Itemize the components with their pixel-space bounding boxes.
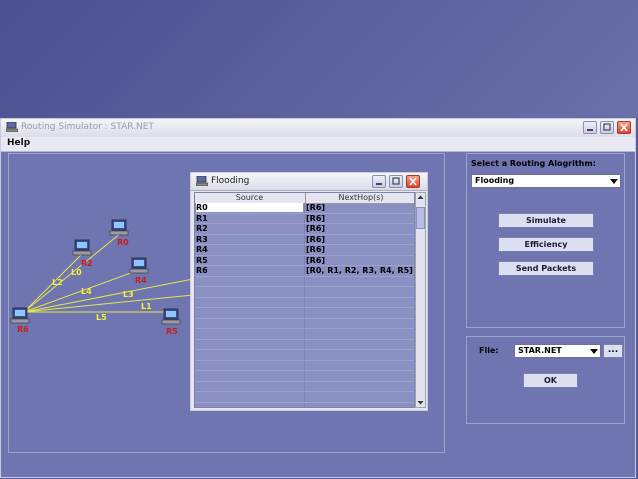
close-icon (409, 177, 417, 186)
cell-source[interactable]: R4 (196, 245, 303, 254)
menu-bar: Help (1, 137, 635, 152)
cell-nexthop[interactable]: [R6] (306, 245, 325, 254)
empty-row (195, 382, 414, 392)
minimize-button[interactable] (583, 121, 597, 134)
column-header-nexthop[interactable]: NextHop(s) (305, 193, 414, 203)
algorithm-dropdown[interactable]: Flooding (471, 174, 621, 188)
close-button[interactable] (617, 121, 631, 134)
empty-row (195, 277, 414, 287)
maximize-button[interactable] (600, 121, 614, 134)
empty-row (195, 319, 414, 329)
node-label-r0: R0 (117, 238, 129, 247)
empty-row (195, 350, 414, 361)
algorithm-label: Select a Routing Alogrithm: (471, 159, 596, 168)
window-titlebar[interactable]: Routing Simulator : STAR.NET (1, 119, 635, 138)
node-r2 (72, 239, 92, 256)
empty-row (195, 308, 414, 319)
cell-nexthop[interactable]: [R6] (306, 203, 325, 212)
cell-nexthop[interactable]: [R6] (306, 256, 325, 265)
chevron-down-icon (590, 349, 598, 354)
routing-simulator-window: Routing Simulator : STAR.NET Help R0 R2 … (0, 118, 636, 478)
file-dropdown[interactable]: STAR.NET (514, 344, 601, 358)
empty-row (195, 329, 414, 340)
table-row[interactable]: R3 [R6] (195, 235, 414, 245)
table-row[interactable]: R6 [R0, R1, R2, R3, R4, R5] (195, 266, 414, 277)
cell-nexthop[interactable]: [R6] (306, 224, 325, 233)
empty-row (195, 403, 414, 408)
node-label-r5: R5 (166, 327, 178, 336)
minimize-icon (376, 183, 382, 185)
node-r0 (109, 219, 129, 236)
empty-row (195, 371, 414, 382)
browse-button[interactable]: ... (603, 344, 623, 358)
simulate-button[interactable]: Simulate (498, 213, 594, 228)
window-title: Routing Simulator : STAR.NET (21, 122, 154, 132)
ok-button[interactable]: OK (523, 373, 578, 388)
empty-row (195, 392, 414, 403)
cell-nexthop[interactable]: [R6] (306, 214, 325, 223)
empty-row (195, 287, 414, 298)
cell-source[interactable]: R0 (196, 203, 303, 212)
empty-row (195, 340, 414, 350)
chevron-down-icon (610, 179, 618, 184)
cell-source[interactable]: R6 (196, 266, 303, 275)
app-computer-icon (196, 176, 208, 186)
scroll-thumb[interactable] (416, 207, 425, 229)
empty-row (195, 298, 414, 308)
table-row[interactable]: R4 [R6] (195, 245, 414, 256)
flooding-titlebar[interactable]: Flooding (191, 173, 427, 191)
flooding-frame: Flooding Source NextHop(s) R0 [R6] R1 [R… (190, 172, 428, 411)
maximize-icon (603, 123, 611, 131)
link-label-l0: L0 (71, 268, 82, 277)
efficiency-button[interactable]: Efficiency (498, 237, 594, 252)
table-scrollbar[interactable] (415, 192, 426, 408)
node-r4 (129, 257, 149, 274)
flooding-title: Flooding (211, 176, 250, 186)
menu-help[interactable]: Help (7, 138, 30, 148)
link-label-l2: L2 (52, 278, 63, 287)
table-row[interactable]: R2 [R6] (195, 224, 414, 235)
flooding-close-button[interactable] (406, 175, 420, 188)
column-header-source[interactable]: Source (195, 193, 304, 203)
node-r5 (161, 308, 181, 325)
cell-source[interactable]: R3 (196, 235, 303, 244)
node-r6 (10, 307, 30, 324)
table-rows: R0 [R6] R1 [R6] R2 [R6] R3 [R6] R4 [R6] … (195, 203, 414, 408)
cell-source[interactable]: R2 (196, 224, 303, 233)
link-label-l3: L3 (123, 290, 134, 299)
table-row[interactable]: R5 [R6] (195, 256, 414, 266)
cell-nexthop[interactable]: [R6] (306, 235, 325, 244)
cell-source[interactable]: R5 (196, 256, 303, 265)
link-label-l5: L5 (96, 313, 107, 322)
send-packets-button[interactable]: Send Packets (498, 261, 594, 276)
minimize-icon (587, 129, 593, 131)
table-row[interactable]: R0 [R6] (195, 203, 414, 214)
file-label: File: (479, 346, 499, 355)
cell-nexthop[interactable]: [R0, R1, R2, R3, R4, R5] (306, 266, 413, 275)
table-row[interactable]: R1 [R6] (195, 214, 414, 224)
scroll-up-icon[interactable] (416, 193, 425, 202)
link-line-l3 (23, 278, 194, 313)
algorithm-value: Flooding (475, 176, 515, 185)
flooding-minimize-button[interactable] (372, 175, 386, 188)
node-label-r6: R6 (17, 325, 29, 334)
routing-table[interactable]: Source NextHop(s) R0 [R6] R1 [R6] R2 [R6… (194, 192, 415, 408)
node-label-r2: R2 (81, 259, 93, 268)
node-label-r4: R4 (135, 276, 147, 285)
link-label-l1: L1 (141, 302, 152, 311)
app-computer-icon (6, 122, 18, 132)
file-value: STAR.NET (518, 346, 562, 355)
slide-background (0, 0, 638, 118)
empty-row (195, 361, 414, 371)
maximize-icon (392, 177, 400, 185)
link-label-l4: L4 (81, 287, 92, 296)
close-icon (620, 123, 628, 132)
flooding-maximize-button[interactable] (389, 175, 403, 188)
cell-source[interactable]: R1 (196, 214, 303, 223)
scroll-down-icon[interactable] (416, 398, 425, 407)
